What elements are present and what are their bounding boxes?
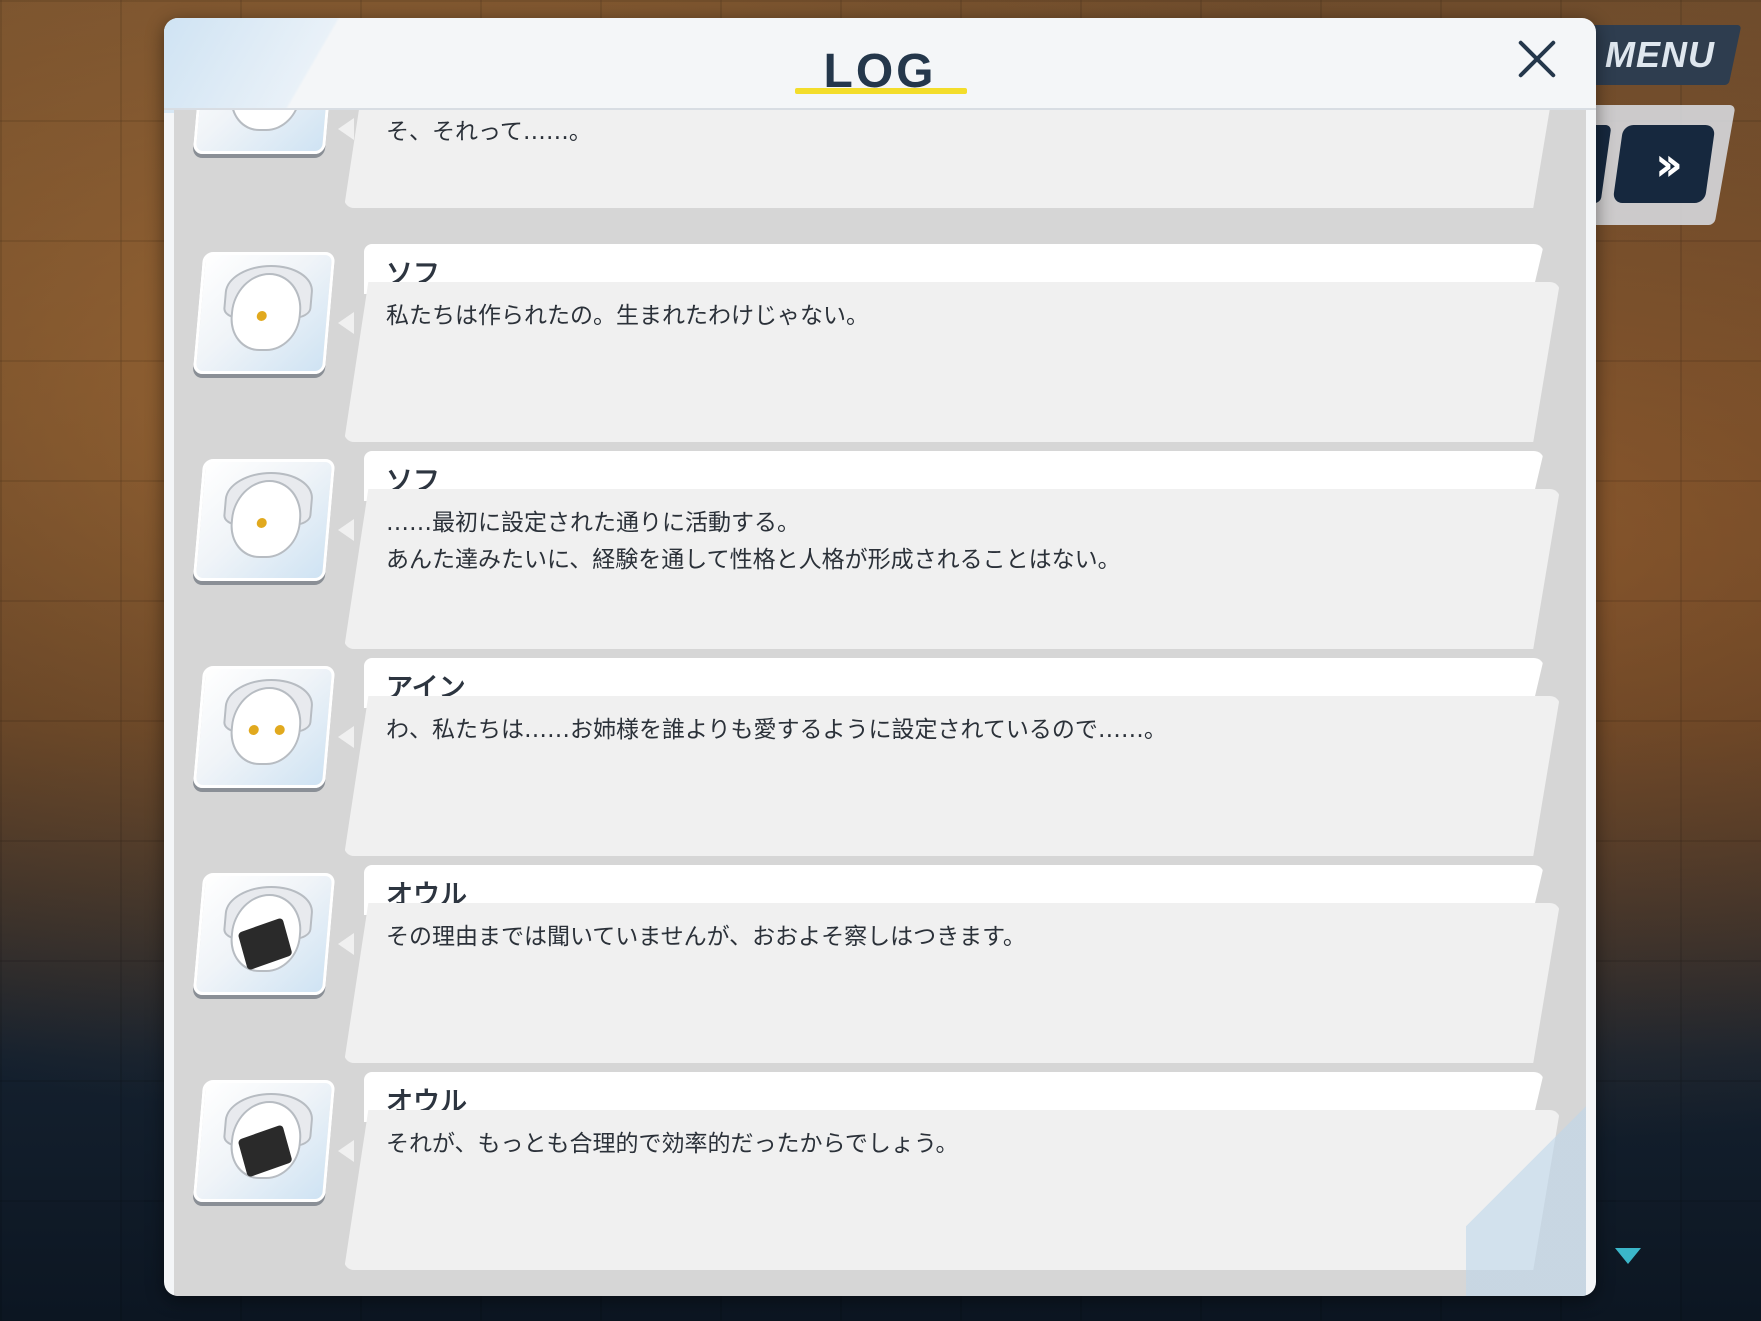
log-entry: アイン わ、私たちは……お姉様を誰よりも愛するように設定されているので……。 <box>174 646 1586 856</box>
scroll-down-icon[interactable] <box>1615 1248 1641 1264</box>
speaker-avatar <box>192 110 336 154</box>
bubble-tail <box>338 312 354 334</box>
speaker-avatar <box>192 873 336 995</box>
log-header: LOG <box>164 18 1596 110</box>
bubble-tail <box>338 726 354 748</box>
log-entry: オウル その理由までは聞いていませんが、おおよそ察しはつきます。 <box>174 853 1586 1063</box>
bubble-tail <box>338 1140 354 1162</box>
dialogue-text: わ、私たちは……お姉様を誰よりも愛するように設定されているので……。 <box>386 717 1167 743</box>
close-icon[interactable] <box>1510 30 1564 90</box>
log-entry: ソフ ……最初に設定された通りに活動する。 あんた達みたいに、経験を通して性格と… <box>174 439 1586 649</box>
log-entry: ソフ 私たちは作られたの。生まれたわけじゃない。 <box>174 232 1586 442</box>
bubble-tail <box>338 118 354 140</box>
speaker-avatar <box>192 459 336 581</box>
dialogue-text: 私たちは作られたの。生まれたわけじゃない。 <box>386 303 869 329</box>
speaker-avatar <box>192 1080 336 1202</box>
menu-label: MENU <box>1605 34 1715 75</box>
dialogue-text: それが、もっとも合理的で効率的だったからでしょう。 <box>386 1131 959 1157</box>
dialogue-text: その理由までは聞いていませんが、おおよそ察しはつきます。 <box>386 924 1026 950</box>
bubble-tail <box>338 519 354 541</box>
speaker-avatar <box>192 252 336 374</box>
log-panel: LOG そ、それって……。 ソフ 私たちは作られたの。生まれたわけじゃない。 ソ… <box>164 18 1596 1296</box>
double-chevron-right-icon: ›› <box>1655 137 1673 191</box>
log-entry: そ、それって……。 <box>174 110 1586 248</box>
bubble-tail <box>338 933 354 955</box>
speaker-avatar <box>192 666 336 788</box>
log-entry: オウル それが、もっとも合理的で効率的だったからでしょう。 <box>174 1060 1586 1270</box>
menu-button[interactable]: MENU <box>1578 25 1742 85</box>
log-list[interactable]: そ、それって……。 ソフ 私たちは作られたの。生まれたわけじゃない。 ソフ ……… <box>174 110 1586 1296</box>
dialogue-text: そ、それって……。 <box>386 119 592 145</box>
dialogue-text: ……最初に設定された通りに活動する。 あんた達みたいに、経験を通して性格と人格が… <box>386 510 1121 573</box>
title-underline <box>795 88 967 94</box>
fast-forward-button[interactable]: ›› <box>1612 125 1716 203</box>
